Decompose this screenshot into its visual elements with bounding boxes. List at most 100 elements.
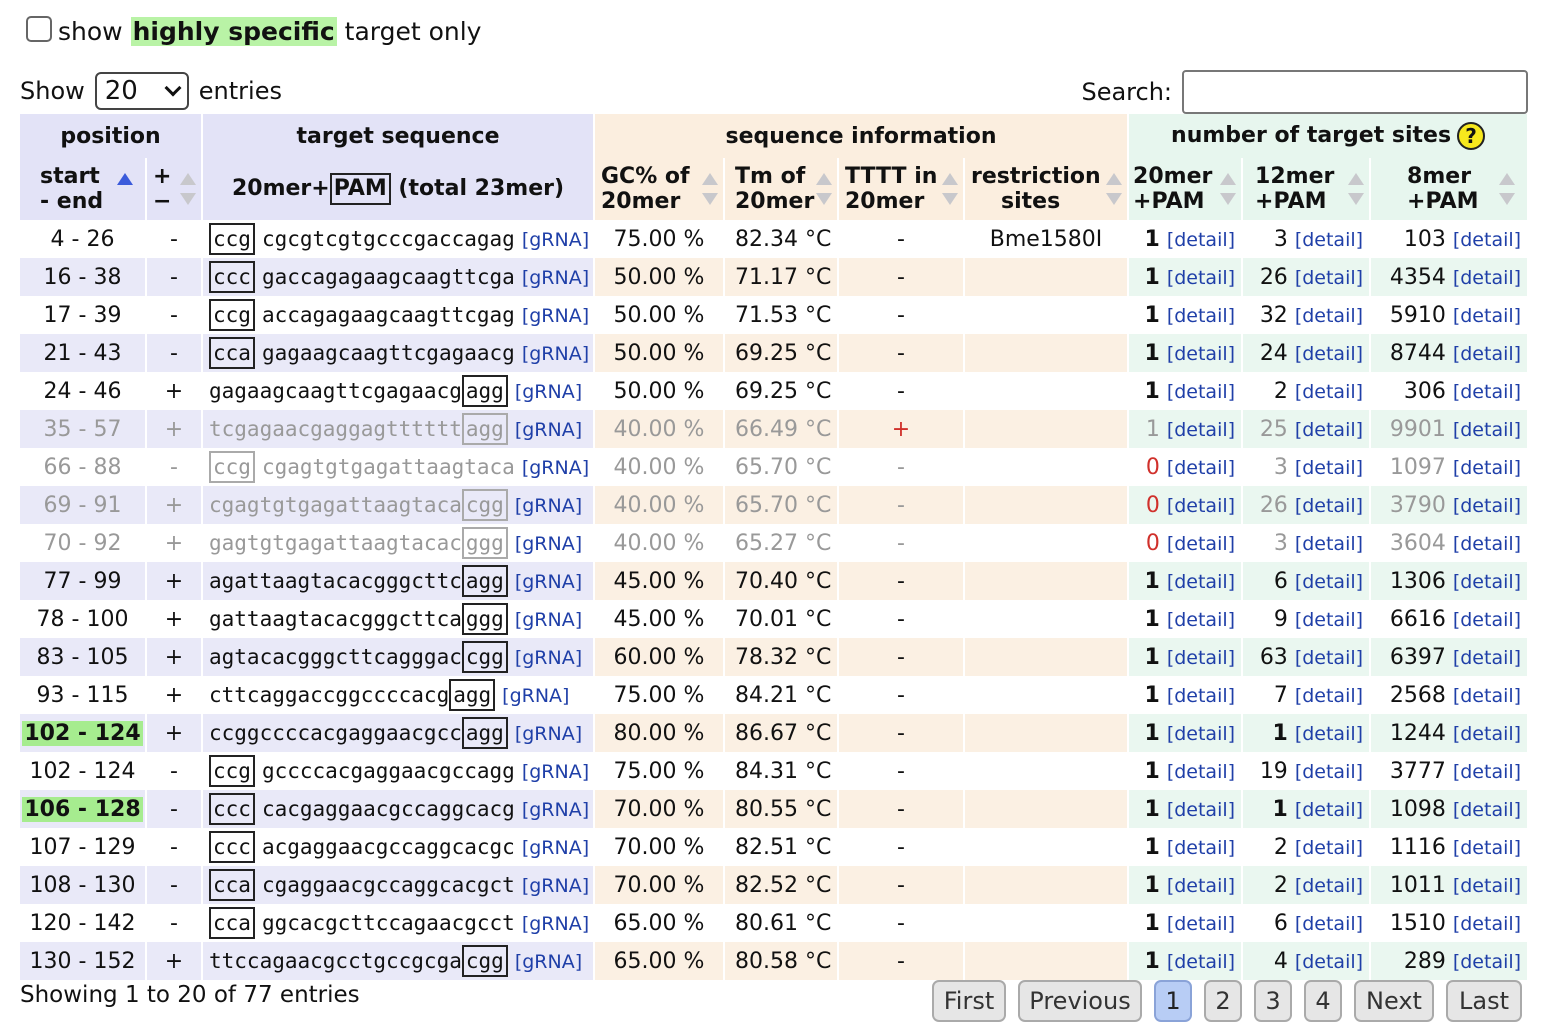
detail-link[interactable]: [detail] [1453, 343, 1521, 365]
col-tttt[interactable]: TTTT in 20mer [838, 158, 965, 220]
col-12mer[interactable]: 12mer +PAM [1242, 158, 1372, 220]
detail-link[interactable]: [detail] [1453, 799, 1521, 821]
detail-link[interactable]: [detail] [1167, 913, 1235, 935]
detail-link[interactable]: [detail] [1453, 305, 1521, 327]
detail-link[interactable]: [detail] [1167, 799, 1235, 821]
last-page-button[interactable]: Last [1446, 980, 1522, 1022]
detail-link[interactable]: [detail] [1167, 647, 1235, 669]
page-3-button[interactable]: 3 [1254, 980, 1292, 1022]
detail-link[interactable]: [detail] [1453, 533, 1521, 555]
col-start-end[interactable]: start - end [20, 158, 147, 220]
grna-link[interactable]: [gRNA] [522, 799, 589, 821]
previous-page-button[interactable]: Previous [1018, 980, 1142, 1022]
detail-link[interactable]: [detail] [1295, 419, 1363, 441]
detail-link[interactable]: [detail] [1167, 571, 1235, 593]
detail-link[interactable]: [detail] [1167, 875, 1235, 897]
detail-link[interactable]: [detail] [1167, 837, 1235, 859]
detail-link[interactable]: [detail] [1295, 875, 1363, 897]
detail-link[interactable]: [detail] [1295, 343, 1363, 365]
detail-link[interactable]: [detail] [1453, 571, 1521, 593]
detail-link[interactable]: [detail] [1295, 305, 1363, 327]
grna-link[interactable]: [gRNA] [522, 343, 589, 365]
detail-link[interactable]: [detail] [1167, 419, 1235, 441]
detail-link[interactable]: [detail] [1167, 685, 1235, 707]
grna-link[interactable]: [gRNA] [522, 229, 589, 251]
grna-link[interactable]: [gRNA] [515, 495, 582, 517]
detail-link[interactable]: [detail] [1167, 305, 1235, 327]
first-page-button[interactable]: First [932, 980, 1006, 1022]
page-1-button[interactable]: 1 [1154, 980, 1192, 1022]
detail-link[interactable]: [detail] [1167, 343, 1235, 365]
detail-link[interactable]: [detail] [1295, 495, 1363, 517]
search-input[interactable] [1182, 70, 1528, 114]
grna-link[interactable]: [gRNA] [515, 723, 582, 745]
detail-link[interactable]: [detail] [1295, 723, 1363, 745]
detail-link[interactable]: [detail] [1295, 571, 1363, 593]
detail-link[interactable]: [detail] [1167, 951, 1235, 973]
detail-link[interactable]: [detail] [1295, 381, 1363, 403]
specific-only-checkbox[interactable] [26, 16, 52, 42]
grna-link[interactable]: [gRNA] [522, 761, 589, 783]
detail-link[interactable]: [detail] [1295, 837, 1363, 859]
detail-link[interactable]: [detail] [1295, 267, 1363, 289]
detail-link[interactable]: [detail] [1167, 533, 1235, 555]
col-tm[interactable]: Tm of 20mer [724, 158, 839, 220]
detail-link[interactable]: [detail] [1167, 761, 1235, 783]
col-strand[interactable]: + − [146, 158, 203, 220]
help-icon[interactable]: ? [1457, 122, 1486, 150]
detail-link[interactable]: [detail] [1453, 685, 1521, 707]
detail-link[interactable]: [detail] [1453, 229, 1521, 251]
detail-link[interactable]: [detail] [1295, 685, 1363, 707]
detail-link[interactable]: [detail] [1453, 381, 1521, 403]
detail-link[interactable]: [detail] [1295, 457, 1363, 479]
detail-link[interactable]: [detail] [1295, 951, 1363, 973]
detail-link[interactable]: [detail] [1167, 381, 1235, 403]
page-4-button[interactable]: 4 [1304, 980, 1342, 1022]
detail-link[interactable]: [detail] [1167, 495, 1235, 517]
grna-link[interactable]: [gRNA] [522, 267, 589, 289]
grna-link[interactable]: [gRNA] [515, 533, 582, 555]
detail-link[interactable]: [detail] [1295, 609, 1363, 631]
grna-link[interactable]: [gRNA] [522, 305, 589, 327]
grna-link[interactable]: [gRNA] [515, 381, 582, 403]
detail-link[interactable]: [detail] [1453, 913, 1521, 935]
col-20mer[interactable]: 20mer +PAM [1128, 158, 1244, 220]
grna-link[interactable]: [gRNA] [515, 647, 582, 669]
detail-link[interactable]: [detail] [1167, 723, 1235, 745]
col-gc[interactable]: GC% of 20mer [594, 158, 725, 220]
detail-link[interactable]: [detail] [1295, 799, 1363, 821]
detail-link[interactable]: [detail] [1167, 609, 1235, 631]
detail-link[interactable]: [detail] [1453, 723, 1521, 745]
detail-link[interactable]: [detail] [1453, 457, 1521, 479]
grna-link[interactable]: [gRNA] [522, 457, 589, 479]
detail-link[interactable]: [detail] [1453, 267, 1521, 289]
detail-link[interactable]: [detail] [1453, 419, 1521, 441]
detail-link[interactable]: [detail] [1167, 267, 1235, 289]
col-restriction[interactable]: restriction sites [964, 158, 1130, 220]
detail-link[interactable]: [detail] [1295, 647, 1363, 669]
detail-link[interactable]: [detail] [1453, 495, 1521, 517]
page-2-button[interactable]: 2 [1204, 980, 1242, 1022]
detail-link[interactable]: [detail] [1167, 229, 1235, 251]
detail-link[interactable]: [detail] [1453, 837, 1521, 859]
detail-link[interactable]: [detail] [1295, 761, 1363, 783]
col-8mer[interactable]: 8mer +PAM [1370, 158, 1530, 220]
grna-link[interactable]: [gRNA] [502, 685, 569, 707]
grna-link[interactable]: [gRNA] [515, 609, 582, 631]
next-page-button[interactable]: Next [1354, 980, 1434, 1022]
detail-link[interactable]: [detail] [1295, 533, 1363, 555]
entries-select[interactable]: 20 [94, 72, 189, 110]
detail-link[interactable]: [detail] [1453, 609, 1521, 631]
detail-link[interactable]: [detail] [1453, 875, 1521, 897]
grna-link[interactable]: [gRNA] [515, 571, 582, 593]
grna-link[interactable]: [gRNA] [522, 875, 589, 897]
grna-link[interactable]: [gRNA] [515, 419, 582, 441]
detail-link[interactable]: [detail] [1295, 913, 1363, 935]
detail-link[interactable]: [detail] [1453, 647, 1521, 669]
detail-link[interactable]: [detail] [1295, 229, 1363, 251]
detail-link[interactable]: [detail] [1453, 951, 1521, 973]
detail-link[interactable]: [detail] [1167, 457, 1235, 479]
detail-link[interactable]: [detail] [1453, 761, 1521, 783]
grna-link[interactable]: [gRNA] [522, 913, 589, 935]
grna-link[interactable]: [gRNA] [522, 837, 589, 859]
